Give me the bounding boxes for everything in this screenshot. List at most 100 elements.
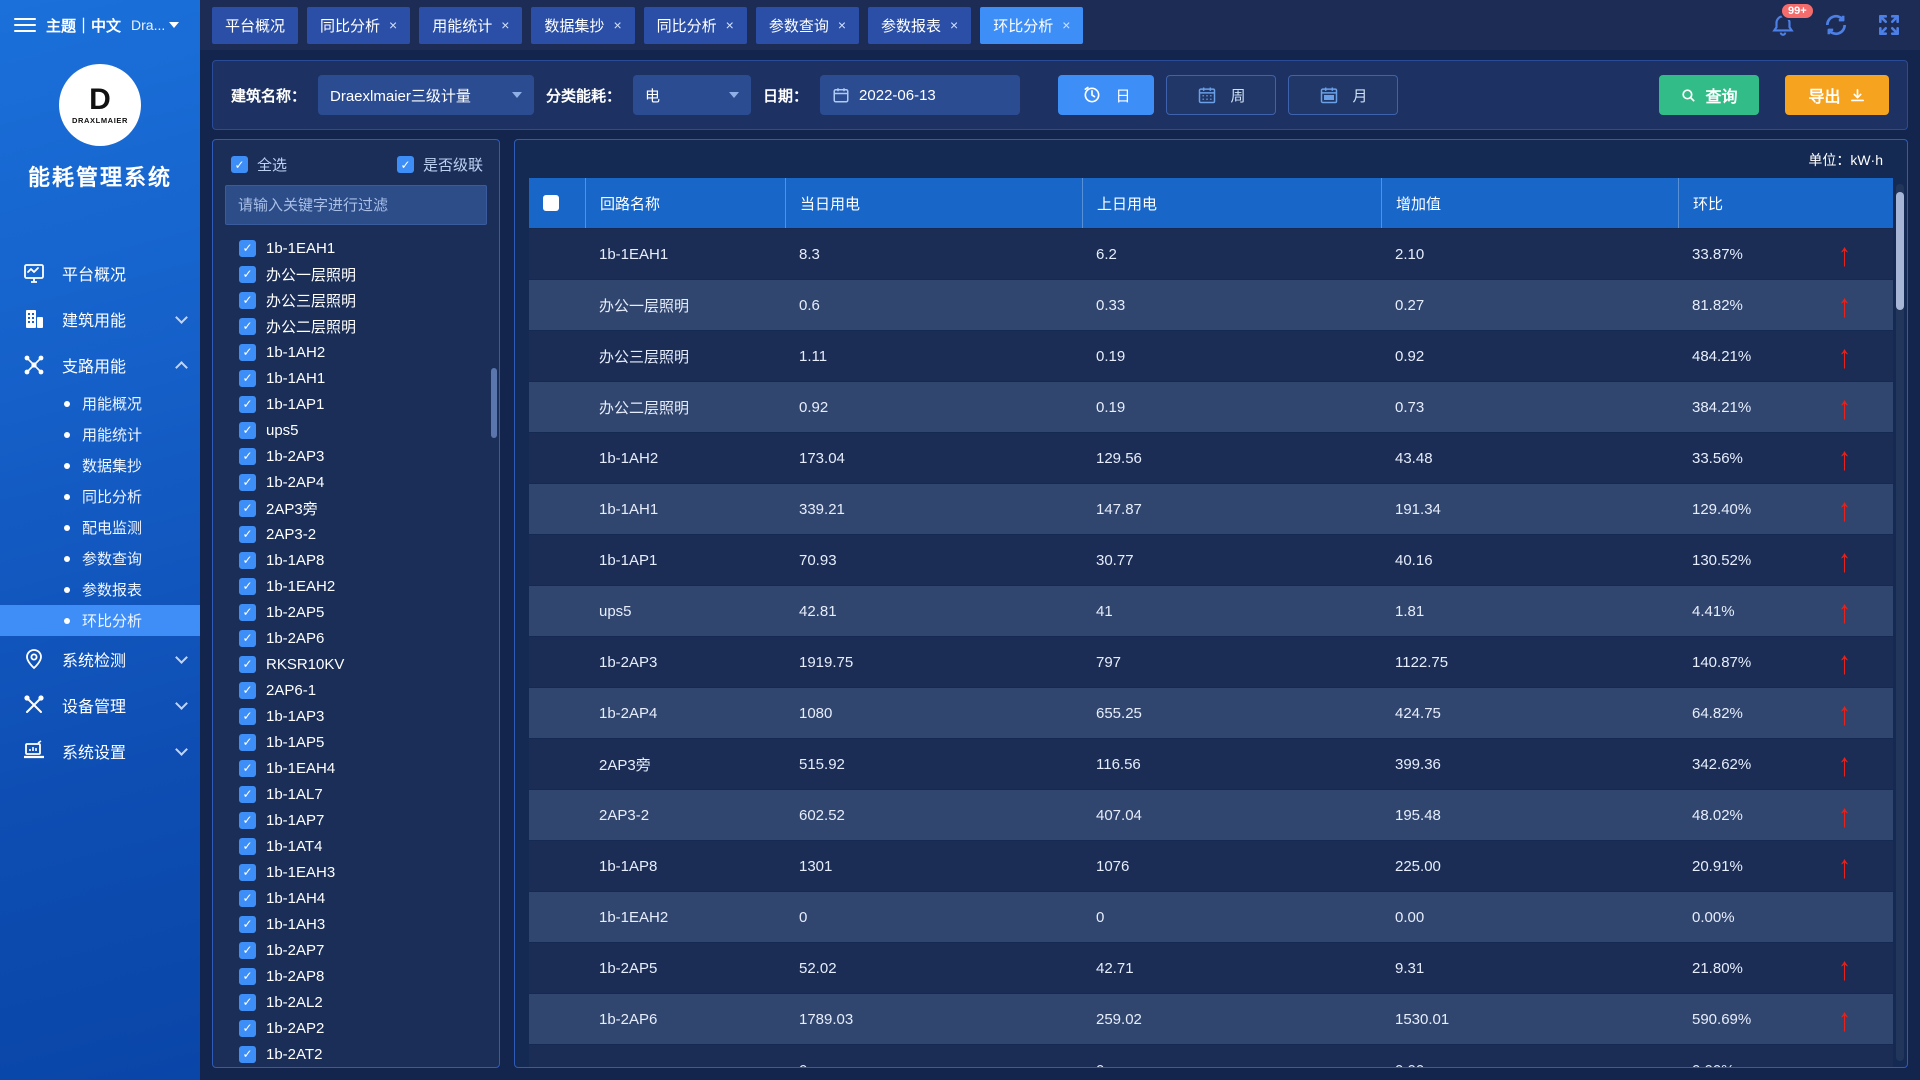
checkbox-checked-icon[interactable]: ✓ bbox=[239, 942, 256, 959]
period-button-3[interactable]: 月 bbox=[1288, 75, 1398, 115]
checkbox-checked-icon[interactable]: ✓ bbox=[239, 1020, 256, 1037]
tree-item[interactable]: ✓2AP3旁 bbox=[239, 495, 487, 521]
tab-3[interactable]: 用能统计× bbox=[419, 7, 522, 44]
table-scrollbar[interactable] bbox=[1896, 192, 1904, 310]
tab-close-icon[interactable]: × bbox=[726, 18, 734, 32]
tree-item[interactable]: ✓1b-2AP7 bbox=[239, 937, 487, 963]
tree-item[interactable]: ✓1b-1AP3 bbox=[239, 703, 487, 729]
checkbox-checked-icon[interactable]: ✓ bbox=[239, 422, 256, 439]
select-all-checkbox[interactable]: ✓ 全选 bbox=[231, 154, 287, 175]
tab-close-icon[interactable]: × bbox=[613, 18, 621, 32]
tree-item[interactable]: ✓1b-1AP8 bbox=[239, 547, 487, 573]
checkbox-checked-icon[interactable]: ✓ bbox=[239, 994, 256, 1011]
tree-item[interactable]: ✓1b-1AH4 bbox=[239, 885, 487, 911]
sidebar-subitem-7[interactable]: 参数报表 bbox=[0, 574, 200, 605]
tab-4[interactable]: 数据集抄× bbox=[531, 7, 634, 44]
tree-item[interactable]: ✓1b-1EAH3 bbox=[239, 859, 487, 885]
checkbox-checked-icon[interactable]: ✓ bbox=[239, 708, 256, 725]
checkbox-checked-icon[interactable]: ✓ bbox=[239, 344, 256, 361]
tree-item[interactable]: ✓2AP6-1 bbox=[239, 677, 487, 703]
tree-item[interactable]: ✓1b-1AH3 bbox=[239, 911, 487, 937]
tree-item[interactable]: ✓办公三层照明 bbox=[239, 287, 487, 313]
tree-item[interactable]: ✓1b-2AL2 bbox=[239, 989, 487, 1015]
tree-item[interactable]: ✓1b-1AT4 bbox=[239, 833, 487, 859]
tree-item[interactable]: ✓1b-1AH1 bbox=[239, 365, 487, 391]
tree-item[interactable]: ✓2AP3-2 bbox=[239, 521, 487, 547]
building-select[interactable]: Draexlmaier三级计量 bbox=[318, 75, 534, 115]
cascade-checkbox[interactable]: ✓ 是否级联 bbox=[397, 154, 483, 175]
tree-item[interactable]: ✓1b-1EAH4 bbox=[239, 755, 487, 781]
tree-item[interactable]: ✓1b-2AP4 bbox=[239, 469, 487, 495]
checkbox-checked-icon[interactable]: ✓ bbox=[239, 474, 256, 491]
checkbox-checked-icon[interactable]: ✓ bbox=[239, 266, 256, 283]
sidebar-item-2[interactable]: 建筑用能 bbox=[0, 296, 200, 342]
export-button[interactable]: 导出 bbox=[1785, 75, 1889, 115]
checkbox-checked-icon[interactable]: ✓ bbox=[239, 656, 256, 673]
header-checkbox[interactable] bbox=[543, 195, 559, 211]
tree-item[interactable]: ✓1b-2AT2 bbox=[239, 1041, 487, 1067]
checkbox-checked-icon[interactable]: ✓ bbox=[239, 968, 256, 985]
tree-item[interactable]: ✓1b-1EAH1 bbox=[239, 235, 487, 261]
sidebar-subitem-2[interactable]: 用能统计 bbox=[0, 419, 200, 450]
tab-8[interactable]: 环比分析× bbox=[980, 7, 1083, 44]
query-button[interactable]: 查询 bbox=[1659, 75, 1759, 115]
sidebar-item-3[interactable]: 支路用能 bbox=[0, 342, 200, 388]
checkbox-checked-icon[interactable]: ✓ bbox=[239, 838, 256, 855]
tree-scrollbar[interactable] bbox=[491, 368, 497, 438]
sidebar-item-4[interactable]: 系统检测 bbox=[0, 636, 200, 682]
sidebar-subitem-6[interactable]: 参数查询 bbox=[0, 543, 200, 574]
tree-item[interactable]: ✓1b-2AP5 bbox=[239, 599, 487, 625]
tree-item[interactable]: ✓1b-1AP5 bbox=[239, 729, 487, 755]
checkbox-checked-icon[interactable]: ✓ bbox=[239, 292, 256, 309]
tree-item[interactable]: ✓1b-2AP6 bbox=[239, 625, 487, 651]
tree-item[interactable]: ✓1b-1AL7 bbox=[239, 781, 487, 807]
tab-close-icon[interactable]: × bbox=[501, 18, 509, 32]
hamburger-menu-icon[interactable] bbox=[14, 14, 36, 36]
sidebar-item-5[interactable]: 设备管理 bbox=[0, 682, 200, 728]
tab-5[interactable]: 同比分析× bbox=[644, 7, 747, 44]
tree-item[interactable]: ✓1b-2AP2 bbox=[239, 1015, 487, 1041]
tree-item[interactable]: ✓RKSR10KV bbox=[239, 651, 487, 677]
tab-1[interactable]: 平台概况 bbox=[212, 7, 298, 44]
tree-item[interactable]: ✓ups5 bbox=[239, 417, 487, 443]
checkbox-checked-icon[interactable]: ✓ bbox=[239, 812, 256, 829]
checkbox-checked-icon[interactable]: ✓ bbox=[239, 786, 256, 803]
sidebar-subitem-5[interactable]: 配电监测 bbox=[0, 512, 200, 543]
tree-item[interactable]: ✓1b-1EAH2 bbox=[239, 573, 487, 599]
sidebar-subitem-4[interactable]: 同比分析 bbox=[0, 481, 200, 512]
checkbox-checked-icon[interactable]: ✓ bbox=[239, 604, 256, 621]
checkbox-checked-icon[interactable]: ✓ bbox=[239, 448, 256, 465]
notification-bell-icon[interactable]: 99+ bbox=[1768, 10, 1798, 40]
checkbox-checked-icon[interactable]: ✓ bbox=[239, 890, 256, 907]
checkbox-checked-icon[interactable]: ✓ bbox=[239, 370, 256, 387]
period-button-1[interactable]: 日 bbox=[1058, 75, 1154, 115]
checkbox-checked-icon[interactable]: ✓ bbox=[239, 682, 256, 699]
user-menu[interactable]: Dra... bbox=[131, 17, 179, 33]
sidebar-subitem-3[interactable]: 数据集抄 bbox=[0, 450, 200, 481]
sidebar-subitem-8[interactable]: 环比分析 bbox=[0, 605, 200, 636]
tab-close-icon[interactable]: × bbox=[1062, 18, 1070, 32]
tab-7[interactable]: 参数报表× bbox=[868, 7, 971, 44]
tab-close-icon[interactable]: × bbox=[950, 18, 958, 32]
checkbox-checked-icon[interactable]: ✓ bbox=[239, 630, 256, 647]
tree-item[interactable]: ✓UPS3 bbox=[239, 1067, 487, 1068]
checkbox-checked-icon[interactable]: ✓ bbox=[239, 552, 256, 569]
tab-6[interactable]: 参数查询× bbox=[756, 7, 859, 44]
sidebar-item-6[interactable]: 系统设置 bbox=[0, 728, 200, 774]
tree-item[interactable]: ✓办公一层照明 bbox=[239, 261, 487, 287]
checkbox-checked-icon[interactable]: ✓ bbox=[239, 318, 256, 335]
date-picker[interactable]: 2022-06-13 bbox=[820, 75, 1020, 115]
tree-item[interactable]: ✓办公二层照明 bbox=[239, 313, 487, 339]
tree-item[interactable]: ✓1b-1AP1 bbox=[239, 391, 487, 417]
tree-search-input[interactable] bbox=[225, 185, 487, 225]
checkbox-checked-icon[interactable]: ✓ bbox=[239, 578, 256, 595]
tree-item[interactable]: ✓1b-2AP8 bbox=[239, 963, 487, 989]
period-button-2[interactable]: 周 bbox=[1166, 75, 1276, 115]
checkbox-checked-icon[interactable]: ✓ bbox=[239, 760, 256, 777]
checkbox-checked-icon[interactable]: ✓ bbox=[239, 734, 256, 751]
checkbox-checked-icon[interactable]: ✓ bbox=[239, 396, 256, 413]
theme-language-label[interactable]: 主题｜中文 bbox=[46, 15, 121, 36]
tree-item[interactable]: ✓1b-2AP3 bbox=[239, 443, 487, 469]
checkbox-checked-icon[interactable]: ✓ bbox=[239, 916, 256, 933]
checkbox-checked-icon[interactable]: ✓ bbox=[239, 864, 256, 881]
